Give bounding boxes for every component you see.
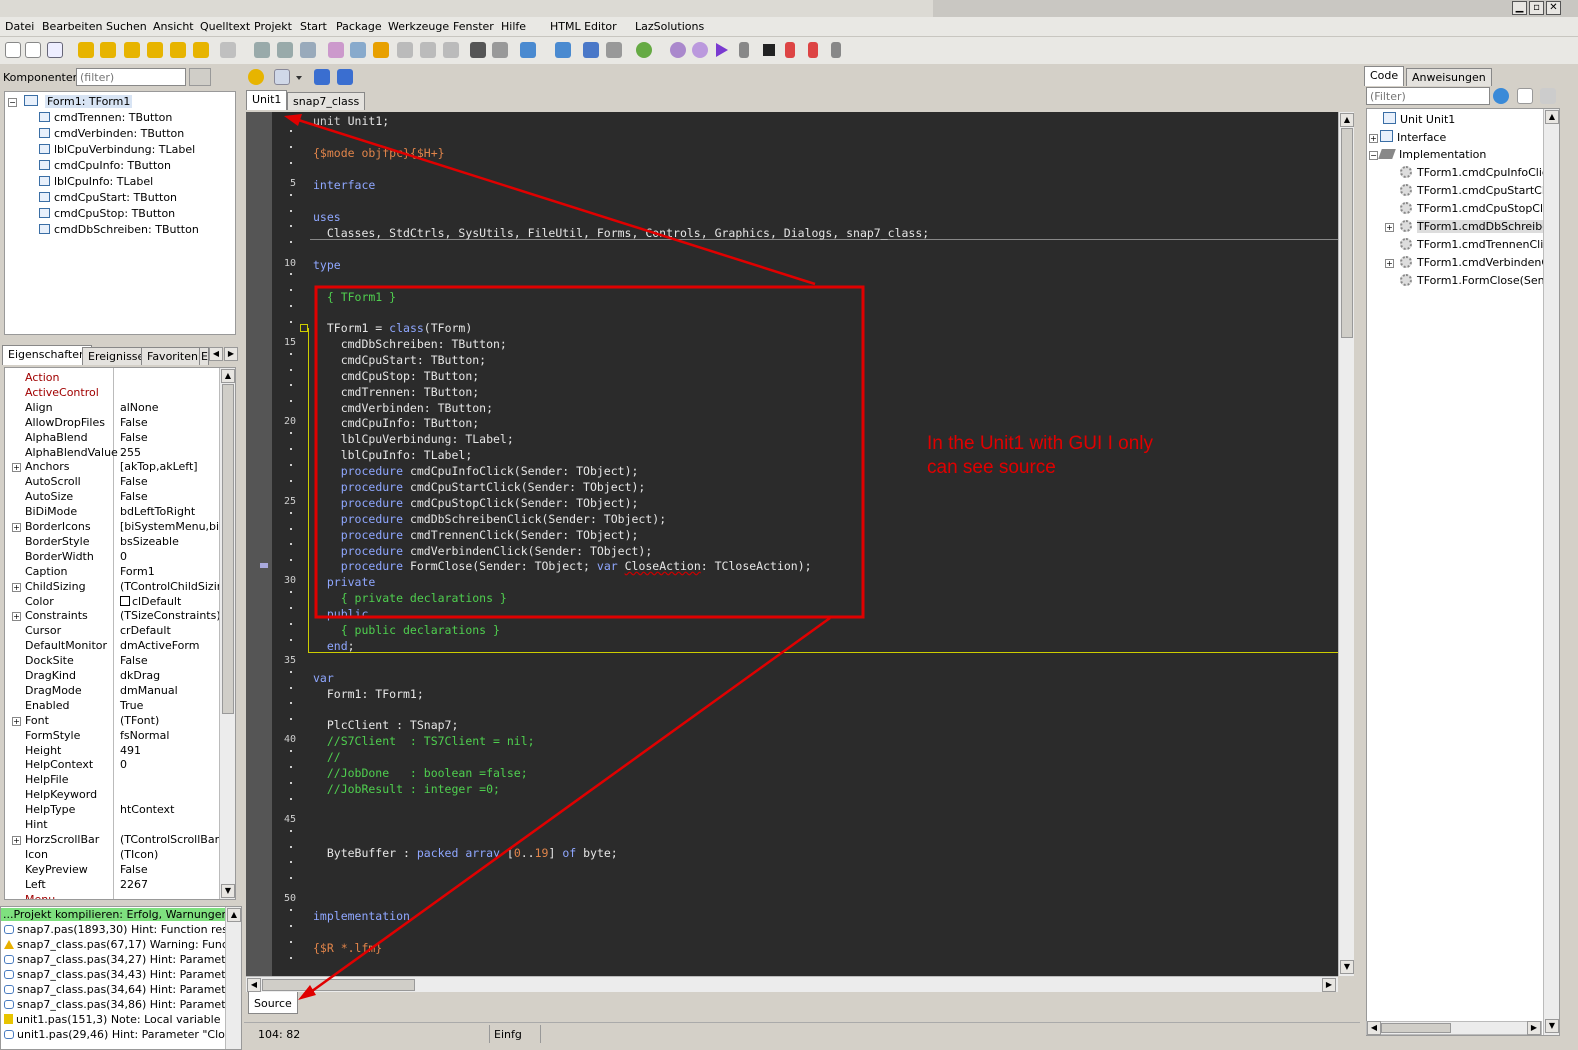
annotation-line-2: can see source xyxy=(927,457,1056,478)
arrowhead-icon xyxy=(298,985,316,1000)
annotation-line-1: In the Unit1 with GUI I only xyxy=(927,433,1153,454)
annotation-arrow-to-source xyxy=(307,616,831,996)
annotation-overlay xyxy=(284,114,865,1000)
annotation-text: In the Unit1 with GUI I only can see sou… xyxy=(927,432,1153,480)
annotation-arrow-to-tab xyxy=(291,116,816,286)
arrowhead-icon xyxy=(284,114,302,126)
annotation-box xyxy=(314,285,865,619)
